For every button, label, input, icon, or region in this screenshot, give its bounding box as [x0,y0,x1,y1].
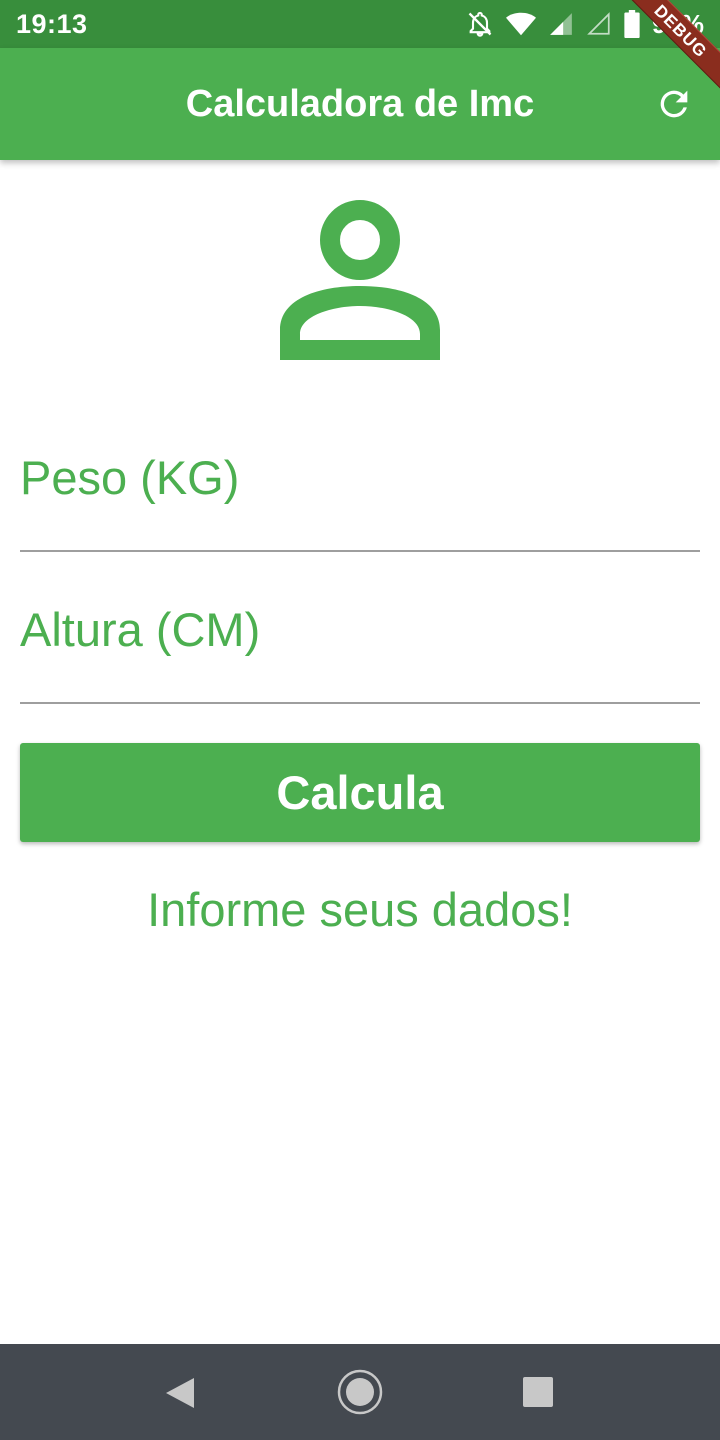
recents-icon[interactable] [523,1377,553,1407]
calculate-button[interactable]: Calcula [20,743,700,842]
navigation-bar [0,1344,720,1440]
info-text: Informe seus dados! [147,883,573,936]
height-field[interactable]: Altura (CM) [20,584,700,704]
status-time: 19:13 [16,9,88,39]
home-icon[interactable] [336,1368,384,1416]
height-field-label: Altura (CM) [20,603,261,656]
wifi-icon [505,12,536,36]
person-outline-icon [280,200,440,360]
weight-field-label: Peso (KG) [20,451,240,504]
weight-field[interactable]: Peso (KG) [20,432,700,552]
notifications-off-icon [468,11,492,37]
debug-banner-clip: DEBUG [590,0,720,130]
debug-banner: DEBUG [611,0,720,101]
signal-icon [550,13,572,35]
back-icon[interactable] [164,1376,196,1410]
